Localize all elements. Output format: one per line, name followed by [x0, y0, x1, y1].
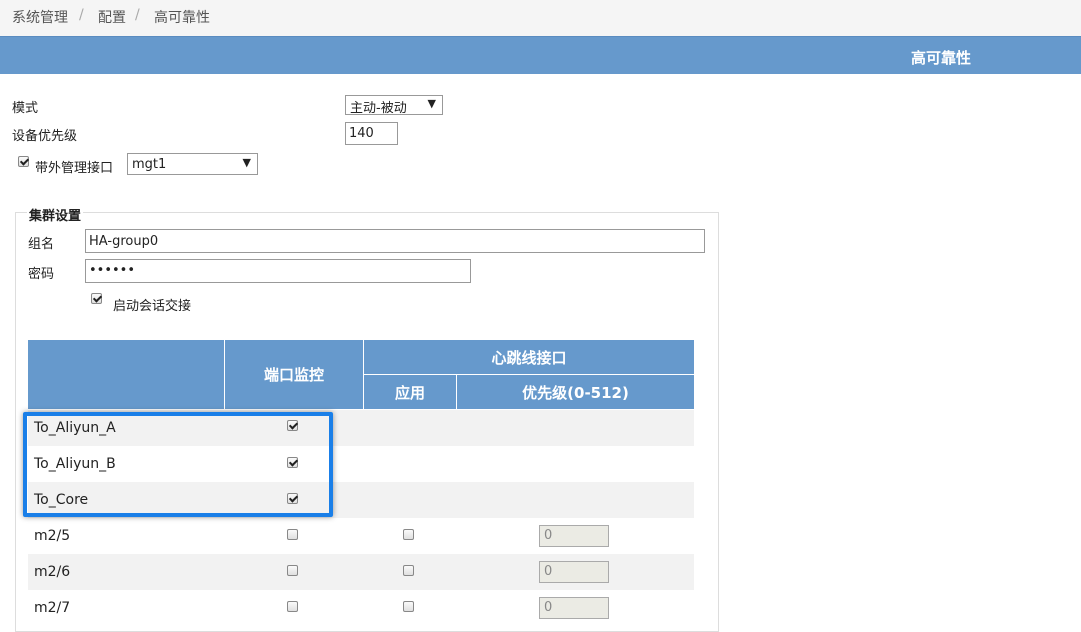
password-input[interactable]: ••••••	[85, 259, 471, 283]
oob-checkbox[interactable]	[18, 156, 29, 167]
oob-label: 带外管理接口	[35, 161, 114, 176]
breadcrumb-item-config[interactable]: 配置	[98, 7, 126, 27]
monitor-checkbox[interactable]	[287, 601, 298, 612]
group-name-label: 组名	[28, 237, 55, 252]
page-header: 高可靠性	[0, 36, 1081, 74]
monitor-checkbox[interactable]	[287, 529, 298, 540]
priority-field[interactable]: 0	[539, 597, 609, 619]
mode-select-value: 主动-被动	[350, 101, 407, 116]
mode-select[interactable]: 主动-被动 ▼	[345, 95, 443, 116]
table-row: m2/6 0	[28, 554, 694, 590]
apply-checkbox[interactable]	[403, 565, 414, 576]
table-header-heartbeat: 心跳线接口	[364, 340, 694, 374]
row-name: m2/7	[34, 600, 71, 616]
oob-select-value: mgt1	[132, 157, 167, 172]
table-header-priority: 优先级(0-512)	[457, 375, 694, 409]
table-header-name	[28, 340, 224, 409]
apply-checkbox[interactable]	[403, 601, 414, 612]
breadcrumb-item-system[interactable]: 系统管理	[12, 7, 68, 27]
session-handover-checkbox[interactable]	[91, 293, 102, 304]
breadcrumb-separator: /	[135, 7, 140, 23]
row-name: m2/6	[34, 564, 71, 580]
priority-field[interactable]: 0	[539, 525, 609, 547]
dropdown-arrow-icon: ▼	[242, 156, 251, 169]
monitor-checkbox[interactable]	[287, 565, 298, 576]
mode-label: 模式	[12, 101, 39, 116]
apply-checkbox[interactable]	[403, 529, 414, 540]
dropdown-arrow-icon: ▼	[427, 97, 436, 110]
oob-select[interactable]: mgt1 ▼	[127, 153, 258, 175]
table-row: m2/7 0	[28, 590, 694, 626]
page-title: 高可靠性	[910, 49, 971, 67]
highlight-box	[23, 412, 333, 517]
breadcrumb-item-ha: 高可靠性	[154, 10, 210, 26]
table-header-apply: 应用	[364, 375, 456, 409]
session-handover-label: 启动会话交接	[113, 299, 192, 314]
priority-field[interactable]: 0	[539, 561, 609, 583]
table-header-monitor: 端口监控	[225, 340, 363, 409]
breadcrumb: 系统管理 / 配置 / 高可靠性	[0, 0, 1081, 36]
cluster-legend: 集群设置	[27, 205, 84, 224]
row-name: m2/5	[34, 528, 71, 544]
table-row: m2/5 0	[28, 518, 694, 554]
breadcrumb-separator: /	[79, 7, 84, 23]
password-label: 密码	[28, 267, 55, 282]
group-name-input[interactable]	[85, 229, 705, 253]
priority-input[interactable]	[345, 122, 398, 145]
priority-label: 设备优先级	[12, 129, 78, 144]
